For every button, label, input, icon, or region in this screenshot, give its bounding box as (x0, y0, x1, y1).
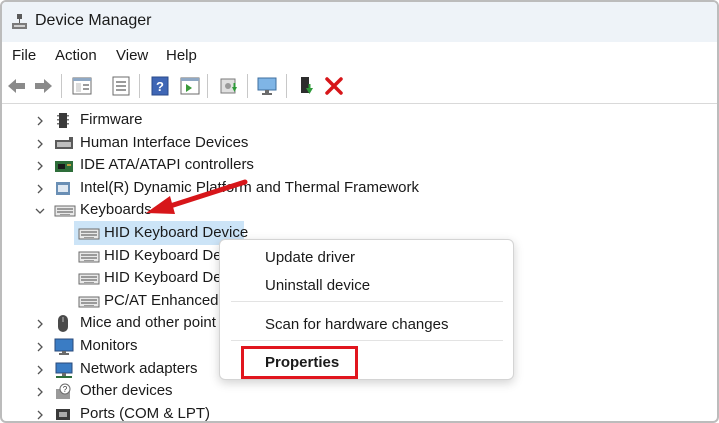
context-menu-separator (231, 301, 503, 302)
update-driver-icon[interactable] (218, 75, 240, 97)
toolbar-separator (286, 74, 287, 98)
firmware-icon (57, 113, 69, 128)
device-manager-window: Device Manager File Action View Help ? F… (0, 0, 719, 423)
svg-text:?: ? (63, 385, 68, 394)
window-title: Device Manager (35, 12, 152, 29)
menu-help[interactable]: Help (166, 47, 197, 64)
chevron-right-icon[interactable] (35, 342, 45, 352)
unknown-device-icon: ? (56, 383, 71, 400)
tree-category-keyboards[interactable]: Keyboards (2, 200, 717, 222)
tree-category-label: Firmware (80, 111, 143, 128)
menu-file[interactable]: File (12, 47, 36, 64)
tree-category-ide-ata-atapi-controllers[interactable]: IDE ATA/ATAPI controllers (2, 155, 717, 177)
context-menu-uninstall-device[interactable]: Uninstall device (265, 277, 370, 294)
tree-category-other-devices[interactable]: ? Other devices (2, 381, 717, 403)
context-menu-separator (231, 340, 503, 341)
keyboard-icon (78, 251, 100, 263)
keyboard-icon (78, 228, 100, 240)
keyboard-icon (54, 205, 76, 217)
tree-category-label: Mice and other point (80, 314, 216, 332)
tree-device-label: PC/AT Enhanced P (104, 291, 233, 309)
keyboard-icon (78, 296, 100, 308)
tree-category-label: Ports (COM & LPT) (80, 404, 211, 422)
menu-action[interactable]: Action (55, 47, 97, 64)
toolbar-separator (207, 74, 208, 98)
chevron-down-icon[interactable] (35, 206, 45, 216)
menu-view[interactable]: View (116, 47, 148, 64)
menu-bar: File Action View Help (2, 42, 717, 70)
tree-category-label: Keyboards (80, 201, 152, 219)
context-menu-update-driver[interactable]: Update driver (265, 249, 355, 266)
toolbar-separator (247, 74, 248, 98)
port-icon (56, 408, 70, 420)
keyboard-icon (78, 273, 100, 285)
back-icon[interactable] (6, 75, 28, 97)
enable-device-icon[interactable] (296, 75, 318, 97)
tree-category-firmware[interactable]: Firmware (2, 110, 717, 132)
chevron-right-icon[interactable] (35, 365, 45, 375)
toolbar-separator (61, 74, 62, 98)
help-icon[interactable]: ? (149, 75, 171, 97)
chevron-right-icon[interactable] (35, 387, 45, 397)
tree-category-label: Other devices (80, 382, 173, 400)
context-menu-scan-hardware[interactable]: Scan for hardware changes (265, 316, 448, 333)
chevron-right-icon[interactable] (35, 116, 45, 126)
monitor-icon (54, 338, 74, 355)
title-bar: Device Manager (2, 2, 717, 42)
tree-device-label: HID Keyboard Dev (104, 246, 230, 264)
tree-device-label: HID Keyboard Dev (104, 269, 230, 287)
scan-hardware-icon[interactable] (256, 75, 278, 97)
tree-category-label: Human Interface Devices (80, 133, 249, 151)
hid-icon (55, 136, 73, 149)
chevron-right-icon[interactable] (35, 184, 45, 194)
chevron-right-icon[interactable] (35, 319, 45, 329)
uninstall-icon[interactable] (323, 75, 345, 97)
action-pane-icon[interactable] (179, 75, 201, 97)
intel-dptf-icon (56, 181, 70, 195)
chevron-right-icon[interactable] (35, 139, 45, 149)
forward-icon[interactable] (32, 75, 54, 97)
properties-highlight-box (241, 346, 358, 379)
device-list-icon[interactable] (110, 75, 132, 97)
tree-category-label: Network adapters (80, 359, 198, 377)
tree-category-ports-com-lpt[interactable]: Ports (COM & LPT) (2, 404, 717, 422)
device-manager-app-icon (12, 14, 27, 29)
ide-controller-icon (55, 161, 73, 173)
svg-text:?: ? (156, 79, 164, 94)
toolbar-separator (139, 74, 140, 98)
tree-category-label: Monitors (80, 337, 138, 354)
mouse-icon (58, 315, 68, 333)
properties-pane-icon[interactable] (71, 75, 93, 97)
network-adapter-icon (55, 362, 73, 378)
annotation-arrow (146, 179, 248, 214)
tree-category-intel-r-dynamic-platform-and-thermal-framework[interactable]: Intel(R) Dynamic Platform and Thermal Fr… (2, 178, 717, 200)
tree-category-human-interface-devices[interactable]: Human Interface Devices (2, 133, 717, 155)
chevron-right-icon[interactable] (35, 410, 45, 420)
toolbar: ? (2, 70, 717, 104)
chevron-right-icon[interactable] (35, 161, 45, 171)
